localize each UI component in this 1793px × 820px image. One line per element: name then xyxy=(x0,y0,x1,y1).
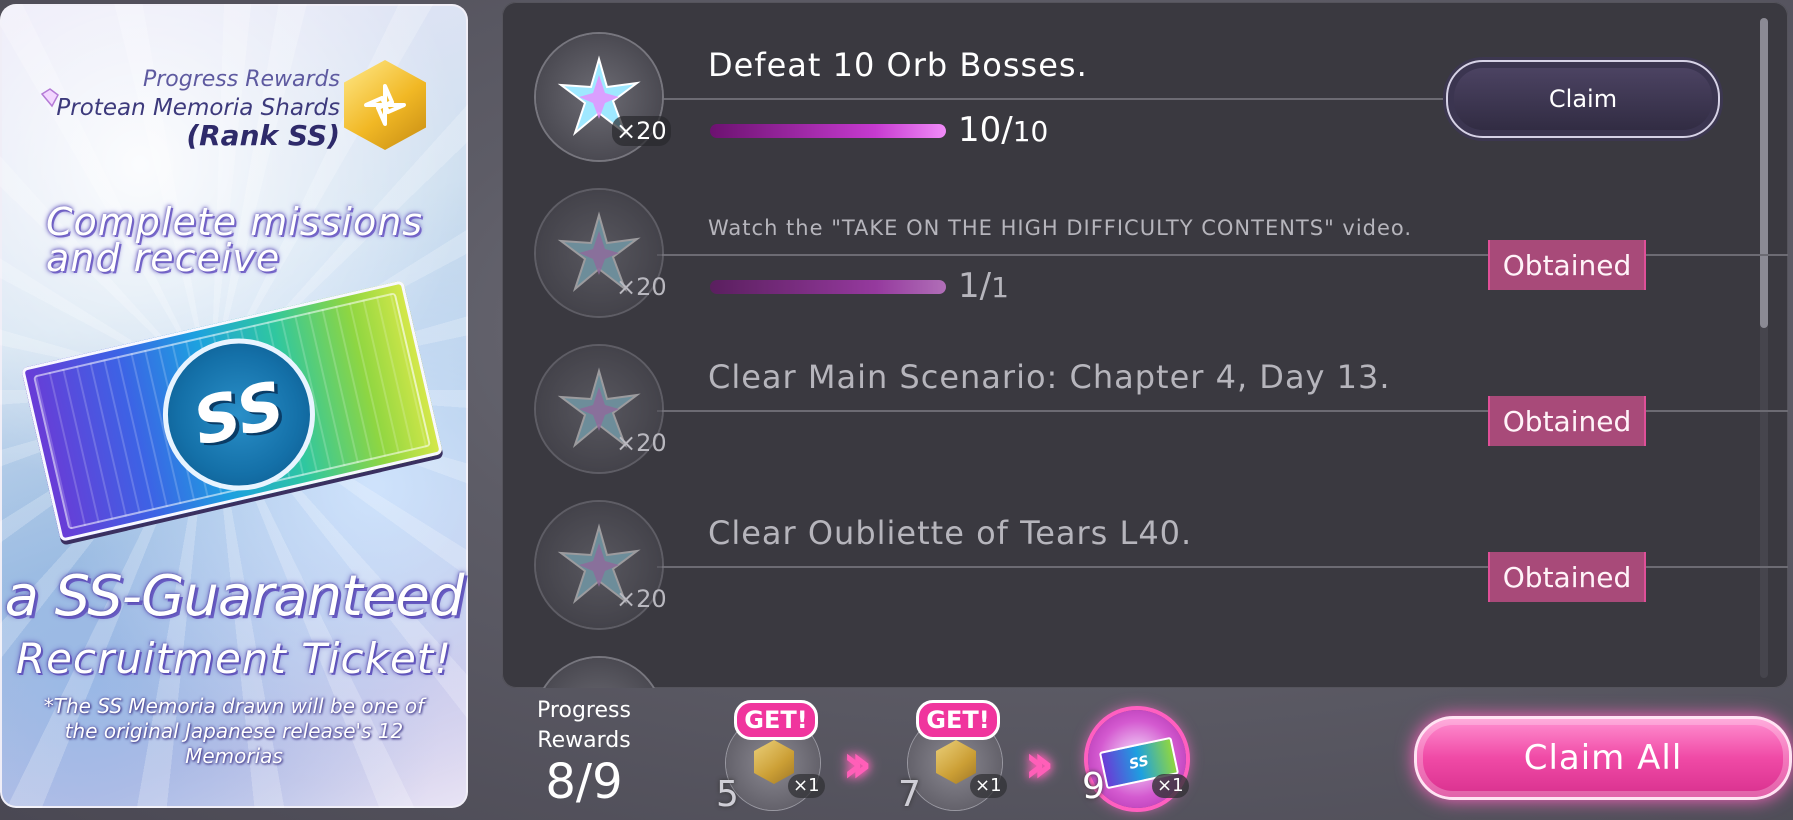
obtained-badge: Obtained xyxy=(1488,396,1646,446)
milestone-quantity: ×1 xyxy=(788,774,825,798)
final-milestone-reward[interactable]: SS 9 ×1 xyxy=(1082,710,1189,808)
banner-header: Progress Rewards Protean Memoria Shards … xyxy=(56,66,340,150)
get-tag: GET! xyxy=(734,700,818,740)
obtained-badge: Obtained xyxy=(1488,240,1646,290)
headline-line-1: Complete missions xyxy=(46,200,424,244)
mission-row: ×20 Defeat 10 Orb Bosses. 10/10 Claim xyxy=(502,4,1752,160)
banner-headline: Complete missions and receive xyxy=(46,200,446,280)
reward-quantity: ×20 xyxy=(616,429,667,457)
mission-row: ×20 Clear Main Scenario: Chapter 4, Day … xyxy=(502,316,1788,472)
milestone-number: 9 xyxy=(1082,766,1105,807)
progress-rewards-label: Progress Rewards xyxy=(537,698,631,753)
get-tag: GET! xyxy=(916,700,1000,740)
mission-title: Watch the "TAKE ON THE HIGH DIFFICULTY C… xyxy=(708,216,1413,240)
banner-recruitment-ticket: Recruitment Ticket! xyxy=(15,634,453,683)
progress-count: 10/10 xyxy=(958,110,1049,150)
claim-button[interactable]: Claim xyxy=(1446,60,1720,138)
milestone-number: 5 xyxy=(716,774,739,815)
scrollbar-thumb[interactable] xyxy=(1760,18,1768,328)
mission-title: Clear Main Scenario: Chapter 4, Day 13. xyxy=(708,358,1391,396)
memoria-star-icon xyxy=(536,658,662,688)
progress-bar xyxy=(710,280,946,294)
progress-denominator: 10 xyxy=(1012,115,1049,148)
reward-banner: Progress Rewards Protean Memoria Shards … xyxy=(0,4,468,808)
mission-list[interactable]: ×20 Defeat 10 Orb Bosses. 10/10 Claim ×2… xyxy=(502,2,1788,688)
double-chevron-icon: ›› xyxy=(842,732,872,795)
progress-numerator: 10 xyxy=(958,110,1002,150)
milestone-quantity: ×1 xyxy=(1152,774,1189,798)
obtained-badge: Obtained xyxy=(1488,552,1646,602)
reward-quantity: ×20 xyxy=(616,273,667,301)
progress-numerator: 1 xyxy=(958,266,980,306)
mission-title: Defeat 10 Orb Bosses. xyxy=(708,46,1088,84)
banner-guaranteed: a SS-Guaranteed xyxy=(4,564,465,629)
banner-disclaimer: *The SS Memoria drawn will be one of the… xyxy=(43,694,425,768)
progress-count: 1/1 xyxy=(958,266,1009,306)
milestone-quantity: ×1 xyxy=(970,774,1007,798)
banner-line-rank: (Rank SS) xyxy=(186,119,340,152)
double-chevron-icon: ›› xyxy=(1024,732,1054,795)
claim-all-button[interactable]: Claim All xyxy=(1414,716,1792,800)
reward-quantity: ×20 xyxy=(616,585,667,613)
progress-bar-fill xyxy=(710,124,946,138)
progress-denominator: 1 xyxy=(991,271,1009,304)
banner-line-progress: Progress Rewards xyxy=(142,67,340,92)
banner-line-shards: Protean Memoria Shards xyxy=(56,95,340,121)
mission-title: Clear Oubliette of Tears L40. xyxy=(708,514,1193,552)
progress-bar-fill xyxy=(710,280,946,294)
progress-rewards-count: 8/9 xyxy=(545,754,623,810)
pinwheel-icon xyxy=(364,84,406,126)
reward-quantity: ×20 xyxy=(612,116,671,146)
row-divider xyxy=(657,98,1447,100)
progress-bar xyxy=(710,124,946,138)
headline-line-2: and receive xyxy=(46,236,281,280)
milestone-number: 7 xyxy=(898,774,921,815)
mission-row: ×20 Watch the "TAKE ON THE HIGH DIFFICUL… xyxy=(502,160,1788,316)
mission-row: ×20 Clear Oubliette of Tears L40. Obtain… xyxy=(502,472,1788,628)
